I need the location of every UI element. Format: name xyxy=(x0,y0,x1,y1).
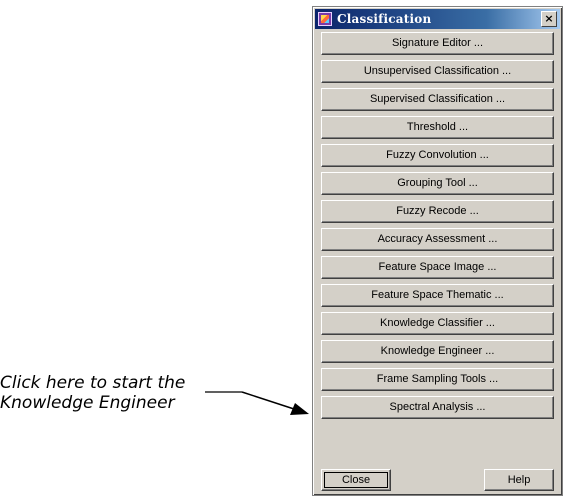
knowledge-classifier-button[interactable]: Knowledge Classifier ... xyxy=(321,312,554,335)
grouping-tool-button[interactable]: Grouping Tool ... xyxy=(321,172,554,195)
supervised-classification-button[interactable]: Supervised Classification ... xyxy=(321,88,554,111)
annotation-line-2: Knowledge Engineer xyxy=(0,393,175,413)
unsupervised-classification-button[interactable]: Unsupervised Classification ... xyxy=(321,60,554,83)
signature-editor-button[interactable]: Signature Editor ... xyxy=(321,32,554,55)
close-window-button[interactable]: × xyxy=(541,11,557,27)
feature-space-thematic-button[interactable]: Feature Space Thematic ... xyxy=(321,284,554,307)
window-title: Classification xyxy=(337,12,432,26)
fuzzy-recode-button[interactable]: Fuzzy Recode ... xyxy=(321,200,554,223)
frame-sampling-tools-button[interactable]: Frame Sampling Tools ... xyxy=(321,368,554,391)
close-button[interactable]: Close xyxy=(321,469,391,491)
tool-button-list: Signature Editor ... Unsupervised Classi… xyxy=(321,32,554,424)
spectral-analysis-button[interactable]: Spectral Analysis ... xyxy=(321,396,554,419)
help-button[interactable]: Help xyxy=(484,469,554,491)
accuracy-assessment-button[interactable]: Accuracy Assessment ... xyxy=(321,228,554,251)
threshold-button[interactable]: Threshold ... xyxy=(321,116,554,139)
annotation-caption: Click here to start the Knowledge Engine… xyxy=(0,373,300,413)
feature-space-image-button[interactable]: Feature Space Image ... xyxy=(321,256,554,279)
title-bar[interactable]: Classification × xyxy=(315,9,560,29)
classification-window: Classification × Signature Editor ... Un… xyxy=(312,6,563,496)
dialog-footer: Close Help xyxy=(321,469,554,491)
knowledge-engineer-button[interactable]: Knowledge Engineer ... xyxy=(321,340,554,363)
fuzzy-convolution-button[interactable]: Fuzzy Convolution ... xyxy=(321,144,554,167)
annotation-line-1: Click here to start the xyxy=(0,373,186,393)
app-icon xyxy=(318,12,332,26)
